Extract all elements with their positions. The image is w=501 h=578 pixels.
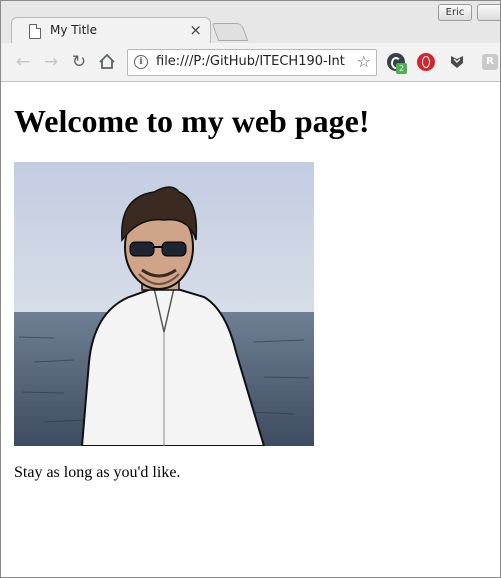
page-heading: Welcome to my web page! xyxy=(14,103,370,139)
browser-toolbar: ← → ↻ i file:///P:/GitHub/ITECH190-Intro… xyxy=(1,43,500,82)
reload-icon[interactable]: ↻ xyxy=(69,52,89,72)
shield-extension-icon[interactable] xyxy=(449,54,465,70)
window-control-button[interactable] xyxy=(477,4,500,21)
address-bar[interactable]: i file:///P:/GitHub/ITECH190-Intro ☆ xyxy=(127,49,377,76)
extension-r-icon[interactable]: R xyxy=(482,54,498,70)
new-tab-button[interactable] xyxy=(211,23,249,41)
home-icon[interactable] xyxy=(97,52,117,72)
profile-photo xyxy=(14,162,314,446)
user-profile-button[interactable]: Eric xyxy=(438,4,472,21)
tab-my-title[interactable]: My Title × xyxy=(11,17,211,44)
tab-title: My Title xyxy=(50,23,97,37)
opera-extension-icon[interactable] xyxy=(417,53,435,71)
title-bar: Eric My Title × xyxy=(1,1,500,44)
browser-window: Eric My Title × ← → ↻ i file:///P:/GitHu… xyxy=(0,0,501,578)
back-arrow-icon[interactable]: ← xyxy=(13,52,33,72)
url-text[interactable]: file:///P:/GitHub/ITECH190-Intro xyxy=(156,54,346,69)
tab-close-icon[interactable]: × xyxy=(189,21,202,39)
bookmark-star-icon[interactable]: ☆ xyxy=(357,52,371,71)
site-info-icon[interactable]: i xyxy=(134,55,148,69)
forward-arrow-icon[interactable]: → xyxy=(41,52,61,72)
page-paragraph: Stay as long as you'd like. xyxy=(14,464,181,481)
page-content: Welcome to my web page! Stay as long as … xyxy=(1,82,500,577)
extension-badge: 2 xyxy=(396,63,407,74)
document-icon xyxy=(29,24,41,39)
extension-c-icon[interactable]: 2 xyxy=(387,53,407,74)
